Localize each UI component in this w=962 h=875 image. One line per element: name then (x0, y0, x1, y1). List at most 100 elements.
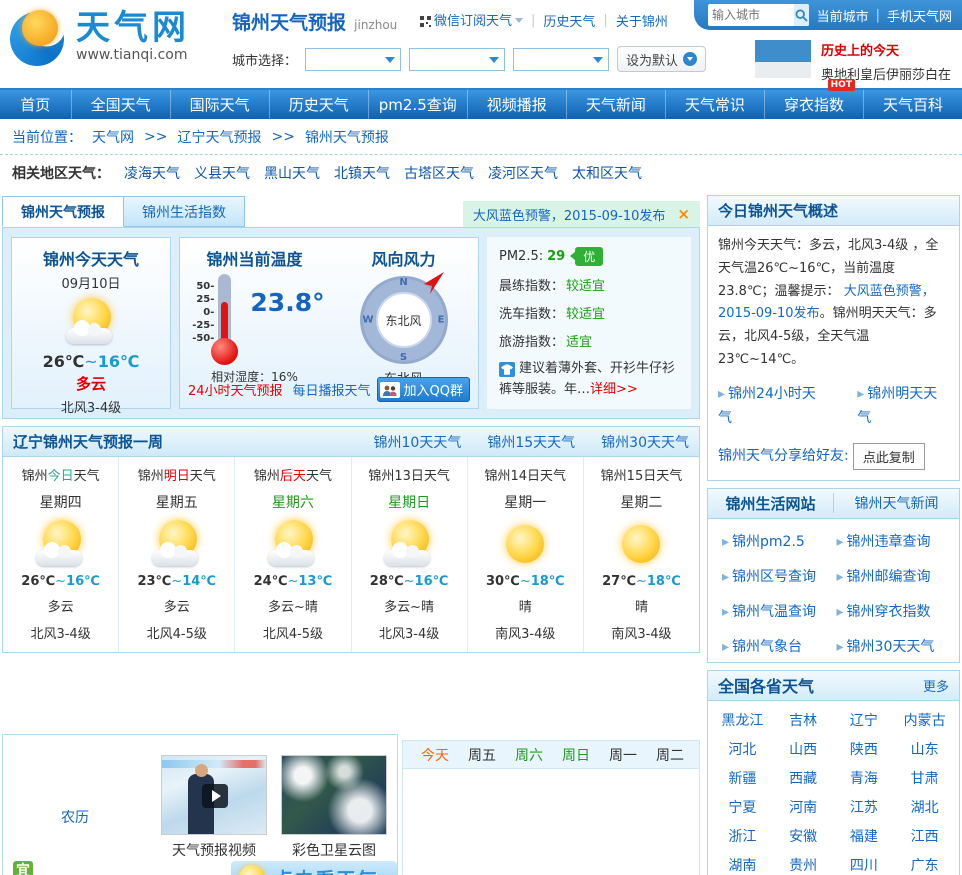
breadcrumb-province[interactable]: 辽宁天气预报 (177, 127, 261, 147)
wechat-subscribe-link[interactable]: 微信订阅天气 (420, 10, 524, 31)
province-link[interactable]: 安徽 (773, 823, 834, 852)
related-region-link[interactable]: 古塔区天气 (404, 163, 474, 183)
nav-pm25[interactable]: pm2.5查询 (369, 90, 468, 119)
week-day-column[interactable]: 锦州13日天气 星期日 28℃~16℃ 多云~晴 北风3-4级 (352, 457, 468, 652)
nav-knowledge[interactable]: 天气常识 (666, 90, 765, 119)
nav-video[interactable]: 视频播报 (468, 90, 567, 119)
province-link[interactable]: 贵州 (773, 852, 834, 875)
join-qq-group-button[interactable]: 加入QQ群 (376, 377, 470, 402)
15day-forecast-link[interactable]: 锦州15天天气 (487, 432, 575, 452)
province-link[interactable]: 江苏 (834, 794, 895, 823)
nav-history-weather[interactable]: 历史天气 (270, 90, 369, 119)
life-link[interactable]: 锦州邮编查询 (837, 566, 952, 586)
province-link[interactable]: 宁夏 (712, 794, 773, 823)
province-link[interactable]: 甘肃 (894, 765, 955, 794)
overview-tomorrow-link[interactable]: 锦州明天天气 (857, 382, 949, 431)
province-link[interactable]: 黑龙江 (712, 707, 773, 736)
related-region-link[interactable]: 黑山天气 (264, 163, 320, 183)
weather-banner[interactable]: 点击看天气 (231, 861, 397, 875)
day-tab[interactable]: 周五 (468, 745, 496, 765)
province-link[interactable]: 辽宁 (834, 707, 895, 736)
set-default-button[interactable]: 设为默认 (617, 46, 707, 72)
nav-international-weather[interactable]: 国际天气 (171, 90, 270, 119)
play-icon[interactable] (202, 784, 228, 808)
province-link[interactable]: 西藏 (773, 765, 834, 794)
tab-life-sites[interactable]: 锦州生活网站 (708, 493, 833, 514)
lunar-calendar-link[interactable]: 农历 (61, 807, 89, 827)
related-region-link[interactable]: 义县天气 (194, 163, 250, 183)
week-day-column[interactable]: 锦州后天天气 星期六 24℃~13℃ 多云~晴 北风4-5级 (235, 457, 352, 652)
day-tab[interactable]: 周一 (609, 745, 637, 765)
tab-weather-news[interactable]: 锦州天气新闻 (833, 493, 959, 513)
life-link[interactable]: 锦州区号查询 (722, 566, 837, 586)
overview-24h-link[interactable]: 锦州24小时天气 (718, 382, 827, 431)
province-link[interactable]: 陕西 (834, 736, 895, 765)
province-link[interactable]: 浙江 (712, 823, 773, 852)
day-tab[interactable]: 周六 (515, 745, 543, 765)
related-region-link[interactable]: 太和区天气 (572, 163, 642, 183)
day-tab[interactable]: 周日 (562, 745, 590, 765)
life-link[interactable]: 锦州违章查询 (837, 531, 952, 551)
10day-forecast-link[interactable]: 锦州10天天气 (374, 432, 462, 452)
week-day-column[interactable]: 锦州15日天气 星期二 27℃~18℃ 晴 南风3-4级 (584, 457, 699, 652)
province-link[interactable]: 山东 (894, 736, 955, 765)
nav-national-weather[interactable]: 全国天气 (72, 90, 171, 119)
province-link[interactable]: 河北 (712, 736, 773, 765)
30day-forecast-link[interactable]: 锦州30天天气 (601, 432, 689, 452)
week-day-column[interactable]: 锦州明日天气 星期五 23℃~14℃ 多云 北风4-5级 (119, 457, 236, 652)
search-button[interactable] (794, 4, 809, 26)
province-link[interactable]: 广东 (894, 852, 955, 875)
week-day-column[interactable]: 锦州今日天气 星期四 26℃~16℃ 多云 北风3-4级 (3, 457, 120, 652)
province-link[interactable]: 山西 (773, 736, 834, 765)
related-region-link[interactable]: 北镇天气 (334, 163, 390, 183)
life-link[interactable]: 锦州pm2.5 (722, 531, 837, 551)
related-region-link[interactable]: 凌海天气 (124, 163, 180, 183)
about-city-link[interactable]: 关于锦州 (616, 11, 668, 30)
tab-life-index[interactable]: 锦州生活指数 (124, 196, 245, 227)
satellite-image-thumbnail[interactable] (281, 755, 387, 835)
site-logo[interactable]: 天气网 www.tianqi.com (10, 8, 190, 66)
province-link[interactable]: 河南 (773, 794, 834, 823)
mobile-site-link[interactable]: 手机天气网 (887, 6, 952, 25)
history-weather-link[interactable]: 历史天气 (543, 11, 595, 30)
24h-forecast-link[interactable]: 24小时天气预报 (188, 380, 283, 399)
life-link[interactable]: 锦州气温查询 (722, 601, 837, 621)
weather-video-thumbnail[interactable] (161, 755, 267, 835)
nav-home[interactable]: 首页 (0, 90, 72, 119)
province-link[interactable]: 江西 (894, 823, 955, 852)
province-link[interactable]: 内蒙古 (894, 707, 955, 736)
province-link[interactable]: 青海 (834, 765, 895, 794)
related-region-link[interactable]: 凌河区天气 (488, 163, 558, 183)
province-link[interactable]: 湖北 (894, 794, 955, 823)
province-link[interactable]: 新疆 (712, 765, 773, 794)
city-select[interactable] (409, 47, 506, 71)
life-link[interactable]: 锦州气象台 (722, 636, 837, 656)
day-tab[interactable]: 周二 (656, 745, 684, 765)
province-link[interactable]: 吉林 (773, 707, 834, 736)
history-today-title[interactable]: 历史上的今天 (821, 40, 951, 59)
province-select[interactable] (305, 47, 402, 71)
breadcrumb-city[interactable]: 锦州天气预报 (305, 127, 389, 147)
tab-weather-forecast[interactable]: 锦州天气预报 (2, 196, 124, 227)
province-link[interactable]: 湖南 (712, 852, 773, 875)
satellite-caption[interactable]: 彩色卫星云图 (281, 840, 387, 860)
search-input[interactable] (708, 5, 794, 25)
more-link[interactable]: 更多 (923, 676, 949, 695)
detail-link[interactable]: 详细>> (590, 382, 638, 397)
life-link[interactable]: 锦州30天天气 (837, 636, 952, 656)
current-city-link[interactable]: 当前城市 (817, 6, 869, 25)
video-caption[interactable]: 天气预报视频 (161, 840, 267, 860)
copy-button[interactable]: 点此复制 (852, 442, 925, 470)
nav-encyclopedia[interactable]: 天气百科 (864, 90, 962, 119)
province-link[interactable]: 四川 (834, 852, 895, 875)
life-link[interactable]: 锦州穿衣指数 (837, 601, 952, 621)
history-today-thumbnail[interactable] (755, 40, 811, 78)
close-icon[interactable]: × (677, 205, 690, 223)
nav-dressing-index[interactable]: 穿衣指数 HOT (765, 79, 864, 119)
nav-news[interactable]: 天气新闻 (567, 90, 666, 119)
district-select[interactable] (513, 47, 610, 71)
daily-broadcast-link[interactable]: 每日播报天气 (293, 380, 371, 399)
alert-text[interactable]: 大风蓝色预警，2015-09-10发布 (473, 205, 666, 224)
day-tab[interactable]: 今天 (421, 745, 449, 765)
province-link[interactable]: 福建 (834, 823, 895, 852)
